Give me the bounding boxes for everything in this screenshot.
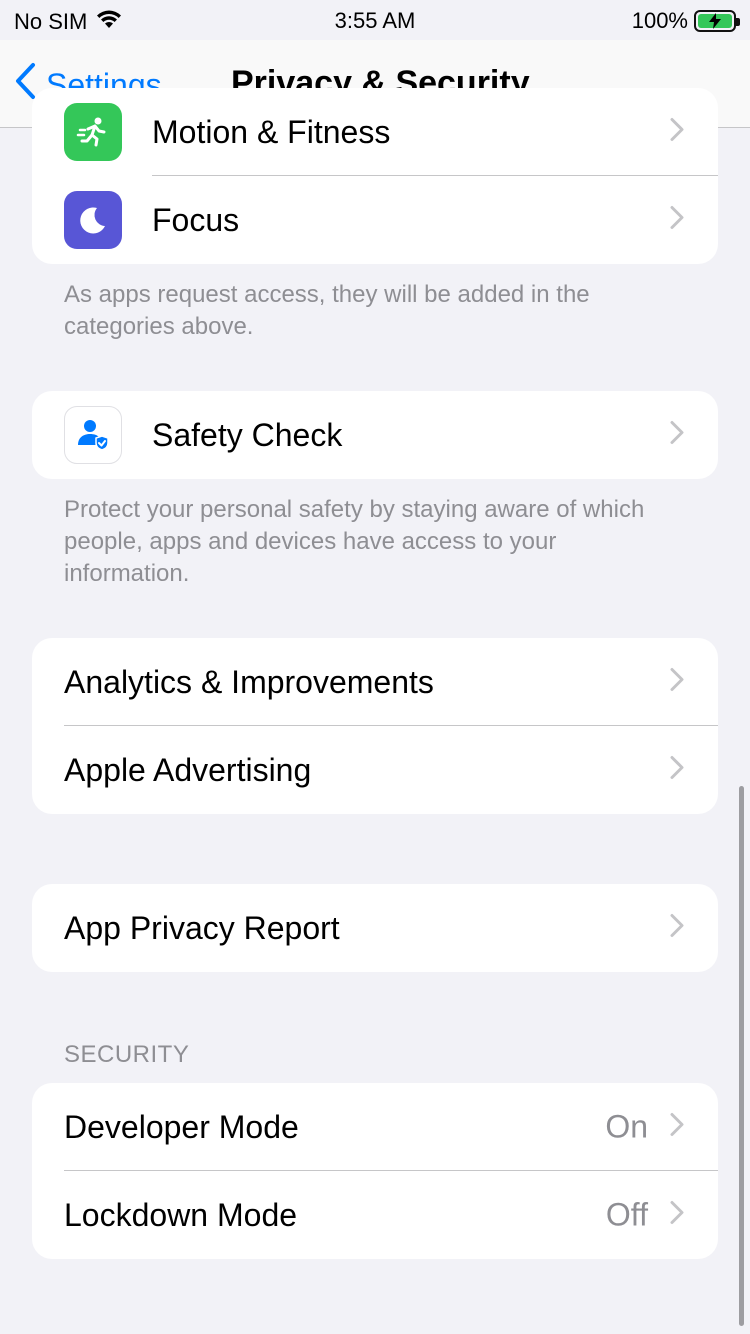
chevron-right-icon (670, 1113, 684, 1142)
status-right: 100% (631, 8, 740, 34)
list-item-motion-fitness[interactable]: Motion & Fitness (32, 88, 718, 176)
security-section-header: SECURITY (64, 1041, 190, 1068)
row-label: Focus (152, 202, 240, 238)
running-figure-icon (64, 103, 122, 161)
safety-check-group: Safety Check (32, 391, 718, 479)
list-item-focus[interactable]: Focus (32, 176, 718, 264)
chevron-right-icon (670, 118, 684, 147)
row-label: Apple Advertising (64, 752, 312, 788)
battery-icon (694, 10, 740, 32)
row-label: Safety Check (152, 417, 343, 453)
row-label: App Privacy Report (64, 910, 340, 946)
list-item-safety-check[interactable]: Safety Check (32, 391, 718, 479)
chevron-right-icon (670, 421, 684, 450)
moon-icon (64, 191, 122, 249)
lockdown-mode-value: Off (605, 1196, 648, 1233)
permissions-footer: As apps request access, they will be add… (64, 281, 590, 340)
list-item-lockdown-mode[interactable]: Lockdown Mode Off (32, 1171, 718, 1259)
status-bar: No SIM 3:55 AM 100% (0, 0, 750, 40)
list-item-apple-advertising[interactable]: Apple Advertising (32, 726, 718, 814)
chevron-right-icon (670, 914, 684, 943)
analytics-group: Analytics & Improvements Apple Advertisi… (32, 638, 718, 814)
row-label: Lockdown Mode (64, 1197, 298, 1233)
list-item-developer-mode[interactable]: Developer Mode On (32, 1083, 718, 1171)
person-shield-icon (64, 406, 122, 464)
chevron-right-icon (670, 206, 684, 235)
chevron-right-icon (670, 668, 684, 697)
list-item-app-privacy-report[interactable]: App Privacy Report (32, 884, 718, 972)
app-permissions-group: Motion & Fitness Focus (32, 88, 718, 264)
row-label: Motion & Fitness (152, 114, 391, 150)
scrollbar[interactable] (739, 786, 744, 1326)
battery-percent: 100% (631, 8, 688, 33)
row-label: Developer Mode (64, 1109, 299, 1145)
security-group: Developer Mode On Lockdown Mode Off (32, 1083, 718, 1259)
row-label: Analytics & Improvements (64, 664, 434, 700)
safety-check-footer: Protect your personal safety by staying … (64, 496, 645, 587)
list-item-analytics-improvements[interactable]: Analytics & Improvements (32, 638, 718, 726)
app-privacy-report-group: App Privacy Report (32, 884, 718, 972)
chevron-right-icon (670, 1201, 684, 1230)
chevron-right-icon (670, 756, 684, 785)
developer-mode-value: On (605, 1108, 648, 1145)
